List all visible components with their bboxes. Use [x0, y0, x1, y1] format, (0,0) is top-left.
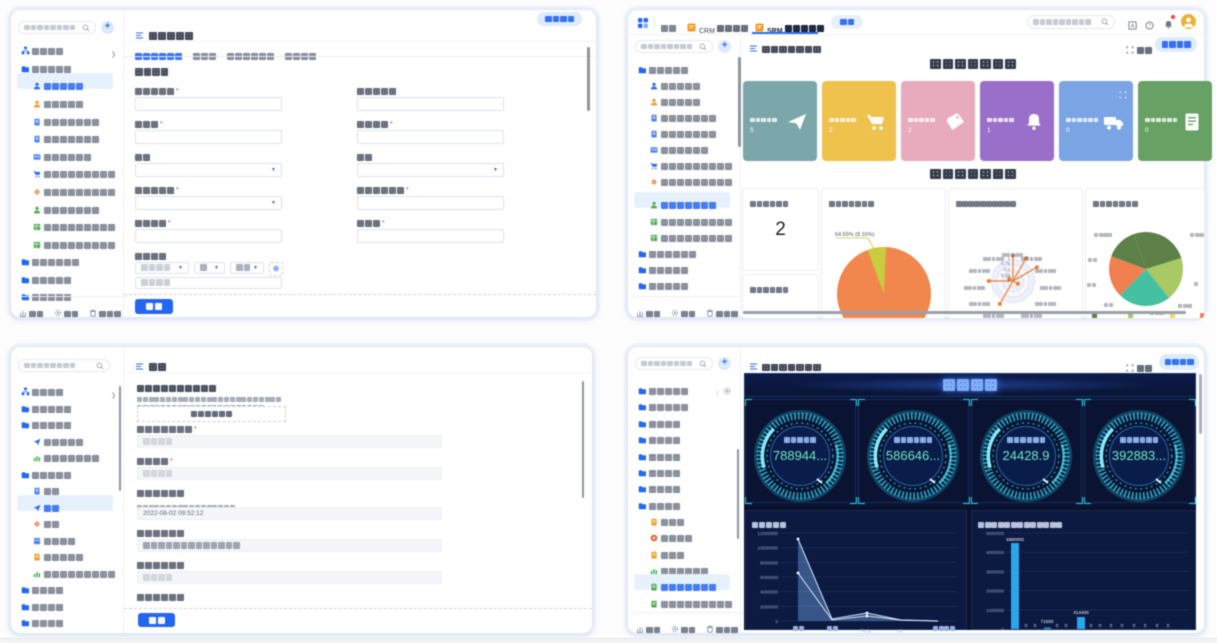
svg-text:6000000: 6000000 [760, 575, 778, 580]
svg-text:A: A [1131, 23, 1135, 29]
svg-text:0: 0 [1007, 278, 1010, 283]
svg-text:5000000: 5000000 [986, 531, 1004, 536]
svg-text:12000000: 12000000 [758, 531, 779, 536]
svg-text:0: 0 [1025, 623, 1028, 628]
svg-text:2000000: 2000000 [986, 589, 1004, 594]
svg-text:0: 0 [1099, 623, 1102, 628]
svg-text:0: 0 [1156, 623, 1159, 628]
svg-text:414400: 414400 [1073, 610, 1089, 615]
svg-text:71500: 71500 [1041, 619, 1054, 624]
svg-text:1000000: 1000000 [986, 608, 1004, 613]
svg-text:0: 0 [1090, 623, 1093, 628]
svg-text:0: 0 [1001, 627, 1004, 630]
svg-text:8000000: 8000000 [760, 560, 778, 565]
svg-text:4000000: 4000000 [986, 550, 1004, 555]
svg-text:0.5: 0.5 [1004, 267, 1011, 272]
svg-text:0: 0 [1144, 623, 1147, 628]
svg-text:?: ? [1148, 23, 1151, 29]
svg-text:3000000: 3000000 [986, 569, 1004, 574]
svg-text:0: 0 [775, 619, 778, 624]
svg-text:0: 0 [1065, 623, 1068, 628]
svg-text:0: 0 [1133, 623, 1136, 628]
svg-text:2000000: 2000000 [760, 604, 778, 609]
svg-text:0: 0 [1056, 623, 1059, 628]
svg-text:4000000: 4000000 [760, 590, 778, 595]
svg-text:4980000: 4980000 [1006, 537, 1024, 542]
svg-text:0: 0 [1110, 623, 1113, 628]
svg-text:0: 0 [1121, 623, 1124, 628]
svg-text:0: 0 [1167, 623, 1170, 628]
svg-text:64.55% (8.16%): 64.55% (8.16%) [835, 232, 875, 238]
svg-text:10000000: 10000000 [758, 546, 779, 551]
svg-text:0: 0 [1034, 623, 1037, 628]
